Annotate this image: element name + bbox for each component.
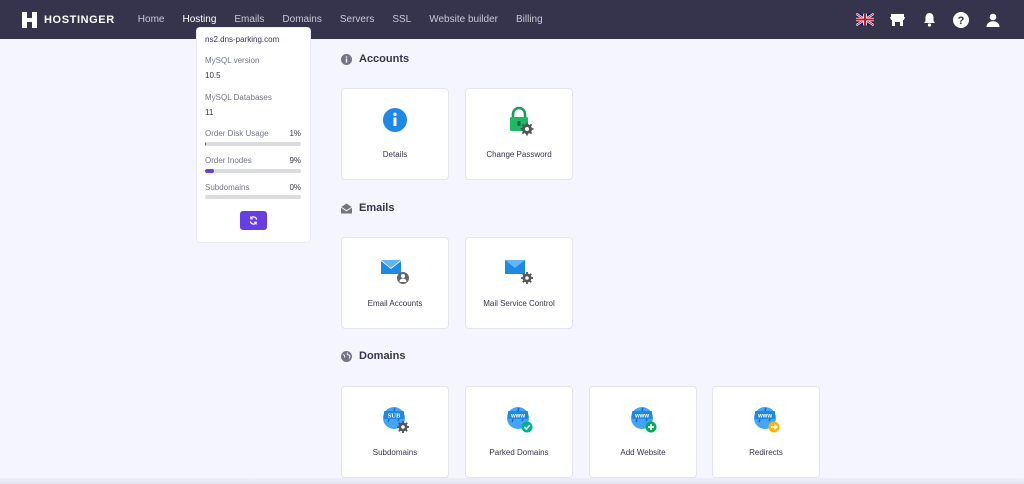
tile-subdomains-label: Subdomains bbox=[372, 448, 418, 457]
tile-details-label: Details bbox=[382, 150, 408, 159]
help-icon[interactable]: ? bbox=[952, 11, 970, 29]
refresh-button[interactable] bbox=[240, 211, 267, 230]
domains-heading: Domains bbox=[359, 350, 406, 362]
globe-www-plus-icon: www bbox=[631, 407, 657, 433]
globe-sub-gear-icon: SUB bbox=[383, 407, 409, 433]
svg-text:www: www bbox=[757, 413, 772, 419]
disk-usage-bar bbox=[205, 142, 301, 146]
tile-email-accounts[interactable]: Email Accounts bbox=[342, 238, 448, 328]
disk-usage-percent: 1% bbox=[289, 129, 301, 138]
nav-ssl[interactable]: SSL bbox=[392, 14, 411, 25]
top-navbar: HOSTINGER Home Hosting Emails Domains Se… bbox=[0, 0, 1024, 39]
accounts-section-title: Accounts bbox=[341, 53, 409, 65]
tile-subdomains[interactable]: SUB Subdomains bbox=[342, 387, 448, 477]
subdomains-usage-label: Subdomains bbox=[205, 183, 250, 192]
emails-section-title: Emails bbox=[341, 202, 394, 214]
tile-mail-service-control-label: Mail Service Control bbox=[483, 299, 555, 308]
info-icon bbox=[341, 53, 352, 65]
nav-emails[interactable]: Emails bbox=[234, 14, 264, 25]
inodes-fill bbox=[205, 169, 214, 173]
tile-parked-domains-label: Parked Domains bbox=[489, 448, 549, 457]
inodes-percent: 9% bbox=[289, 156, 301, 165]
bottom-shadow bbox=[0, 478, 1024, 484]
tile-details[interactable]: Details bbox=[342, 89, 448, 179]
hosting-details-card: ns2.dns-parking.com MySQL version 10.5 M… bbox=[197, 28, 310, 242]
mail-gear-icon bbox=[505, 260, 533, 284]
globe-www-arrow-icon: www bbox=[754, 407, 780, 433]
store-icon[interactable] bbox=[888, 11, 906, 29]
nav-hosting[interactable]: Hosting bbox=[182, 14, 216, 25]
user-icon[interactable] bbox=[984, 11, 1002, 29]
tile-mail-service-control[interactable]: Mail Service Control bbox=[466, 238, 572, 328]
tile-add-website-label: Add Website bbox=[620, 448, 666, 457]
tile-change-password-label: Change Password bbox=[486, 150, 552, 159]
nav-servers[interactable]: Servers bbox=[340, 14, 374, 25]
mysql-databases-value: 11 bbox=[205, 108, 214, 117]
subdomains-usage-percent: 0% bbox=[289, 183, 301, 192]
disk-usage-fill bbox=[205, 142, 206, 146]
tile-redirects-label: Redirects bbox=[749, 448, 783, 457]
accounts-heading: Accounts bbox=[359, 53, 410, 65]
tile-parked-domains[interactable]: www Parked Domains bbox=[466, 387, 572, 477]
svg-text:www: www bbox=[510, 413, 525, 419]
domains-section-title: Domains bbox=[341, 350, 405, 362]
inodes-bar bbox=[205, 169, 301, 173]
tile-change-password[interactable]: Change Password bbox=[466, 89, 572, 179]
svg-text:www: www bbox=[634, 413, 649, 419]
inodes-label: Order Inodes bbox=[205, 156, 252, 165]
lock-gear-icon bbox=[510, 106, 534, 136]
tile-redirects[interactable]: www Redirects bbox=[713, 387, 819, 477]
nav-home[interactable]: Home bbox=[138, 14, 165, 25]
refresh-icon bbox=[249, 216, 258, 225]
tile-add-website[interactable]: www Add Website bbox=[590, 387, 696, 477]
subdomains-usage-bar bbox=[205, 195, 301, 199]
nav-domains[interactable]: Domains bbox=[282, 14, 321, 25]
disk-usage-label: Order Disk Usage bbox=[205, 129, 269, 138]
brand-name: HOSTINGER bbox=[44, 13, 115, 26]
hostinger-logo-icon bbox=[22, 11, 37, 28]
main-nav: Home Hosting Emails Domains Servers SSL … bbox=[138, 14, 561, 25]
svg-text:SUB: SUB bbox=[388, 413, 401, 420]
envelope-open-icon bbox=[341, 202, 352, 214]
mysql-version-label: MySQL version bbox=[205, 56, 260, 65]
uk-flag-icon[interactable] bbox=[856, 11, 874, 29]
info-circle-icon bbox=[383, 108, 407, 132]
hostinger-logo[interactable]: HOSTINGER bbox=[22, 11, 115, 28]
globe-www-check-icon: www bbox=[507, 407, 533, 433]
mail-user-icon bbox=[380, 259, 409, 284]
nav-website-builder[interactable]: Website builder bbox=[429, 14, 498, 25]
emails-heading: Emails bbox=[359, 202, 395, 214]
tile-email-accounts-label: Email Accounts bbox=[367, 299, 423, 308]
bell-icon[interactable] bbox=[920, 11, 938, 29]
nav-billing[interactable]: Billing bbox=[516, 14, 543, 25]
mysql-databases-label: MySQL Databases bbox=[205, 93, 272, 102]
globe-icon bbox=[341, 350, 352, 362]
nav-icon-group: ? bbox=[842, 0, 1002, 39]
svg-text:?: ? bbox=[958, 15, 965, 27]
mysql-version-value: 10.5 bbox=[205, 71, 221, 80]
nameserver-value: ns2.dns-parking.com bbox=[205, 35, 280, 44]
